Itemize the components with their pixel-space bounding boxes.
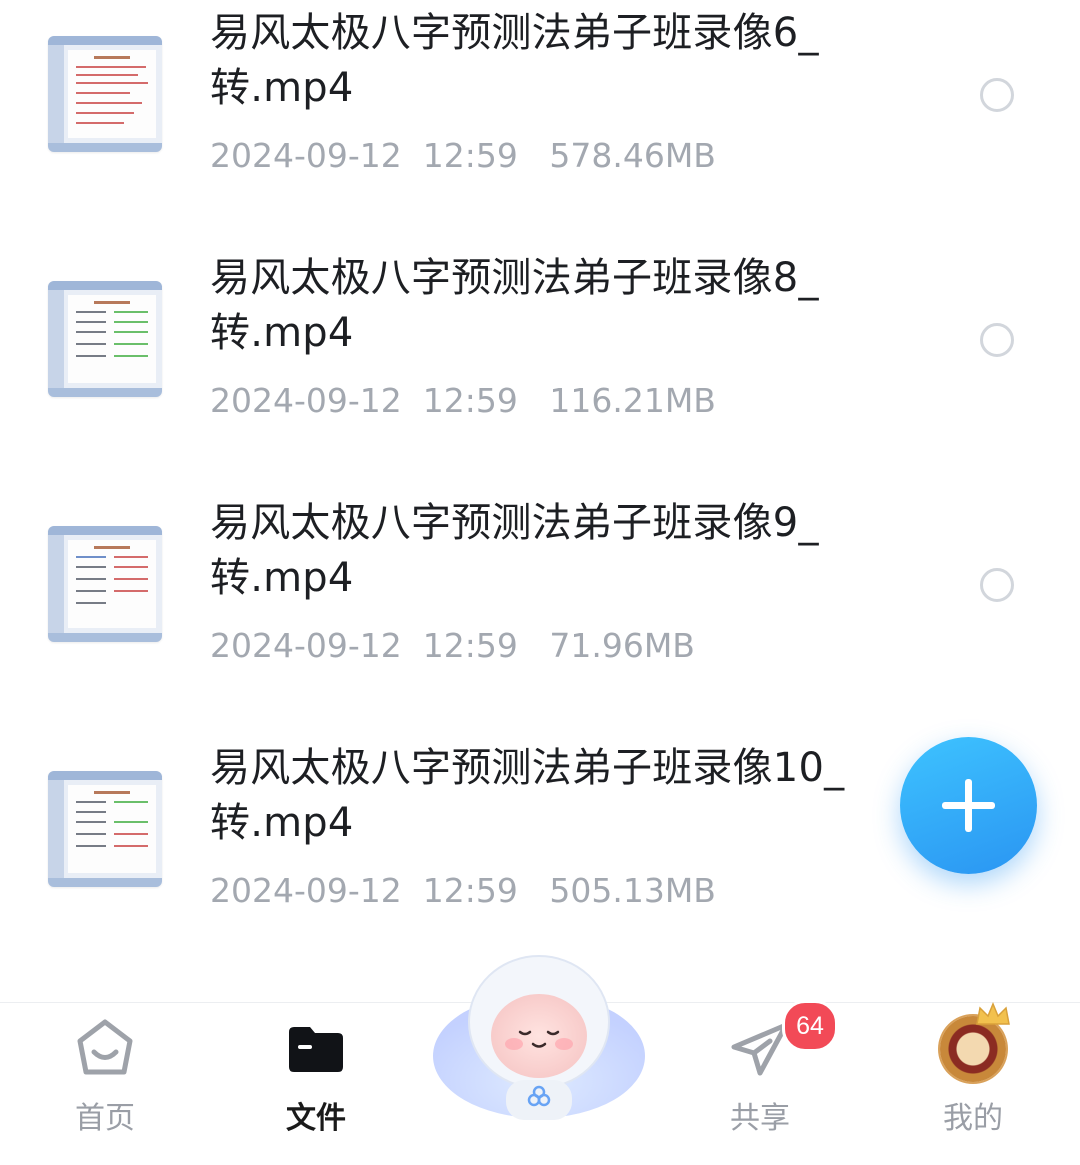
video-thumbnail: [48, 771, 162, 887]
file-name: 易风太极八字预测法弟子班录像10_转.mp4: [210, 745, 845, 846]
video-thumbnail: [48, 281, 162, 397]
file-date: 2024-09-12: [210, 626, 402, 665]
video-thumbnail: [48, 526, 162, 642]
file-time: 12:59: [422, 626, 518, 665]
file-meta: 2024-09-12 12:59 578.46MB: [210, 132, 716, 180]
file-date: 2024-09-12: [210, 871, 402, 910]
select-radio[interactable]: [980, 323, 1014, 357]
video-thumbnail: [48, 36, 162, 152]
add-button[interactable]: [900, 737, 1037, 874]
home-icon: [77, 1019, 133, 1075]
nav-files-label: 文件: [286, 1101, 346, 1136]
select-radio[interactable]: [980, 568, 1014, 602]
file-time: 12:59: [422, 136, 518, 175]
nav-home-label: 首页: [75, 1101, 135, 1136]
file-size: 71.96MB: [549, 626, 695, 665]
file-time: 12:59: [422, 871, 518, 910]
mascot-avatar[interactable]: [430, 944, 648, 1124]
share-badge: 64: [782, 1000, 838, 1052]
file-name: 易风太极八字预测法弟子班录像6_转.mp4: [210, 10, 819, 111]
select-radio[interactable]: [980, 78, 1014, 112]
file-size: 578.46MB: [549, 136, 716, 175]
file-meta: 2024-09-12 12:59 71.96MB: [210, 622, 695, 670]
file-row[interactable]: 易风太极八字预测法弟子班录像9_转.mp4 2024-09-12 12:59 7…: [0, 490, 1080, 735]
file-size: 505.13MB: [549, 871, 716, 910]
file-row[interactable]: 易风太极八字预测法弟子班录像6_转.mp4 2024-09-12 12:59 5…: [0, 0, 1080, 245]
file-meta: 2024-09-12 12:59 116.21MB: [210, 377, 716, 425]
file-size: 116.21MB: [549, 381, 716, 420]
file-meta: 2024-09-12 12:59 505.13MB: [210, 867, 716, 915]
file-name: 易风太极八字预测法弟子班录像9_转.mp4: [210, 500, 819, 601]
file-name: 易风太极八字预测法弟子班录像8_转.mp4: [210, 255, 819, 356]
crown-icon: [976, 1002, 1010, 1025]
file-row[interactable]: 易风太极八字预测法弟子班录像8_转.mp4 2024-09-12 12:59 1…: [0, 245, 1080, 490]
nav-share-label: 共享: [730, 1101, 790, 1136]
nav-me-label: 我的: [943, 1101, 1003, 1136]
nav-home[interactable]: 首页: [25, 1003, 185, 1165]
file-date: 2024-09-12: [210, 136, 402, 175]
nav-files[interactable]: 文件: [236, 1003, 396, 1165]
file-time: 12:59: [422, 381, 518, 420]
file-date: 2024-09-12: [210, 381, 402, 420]
folder-icon: [289, 1027, 343, 1072]
